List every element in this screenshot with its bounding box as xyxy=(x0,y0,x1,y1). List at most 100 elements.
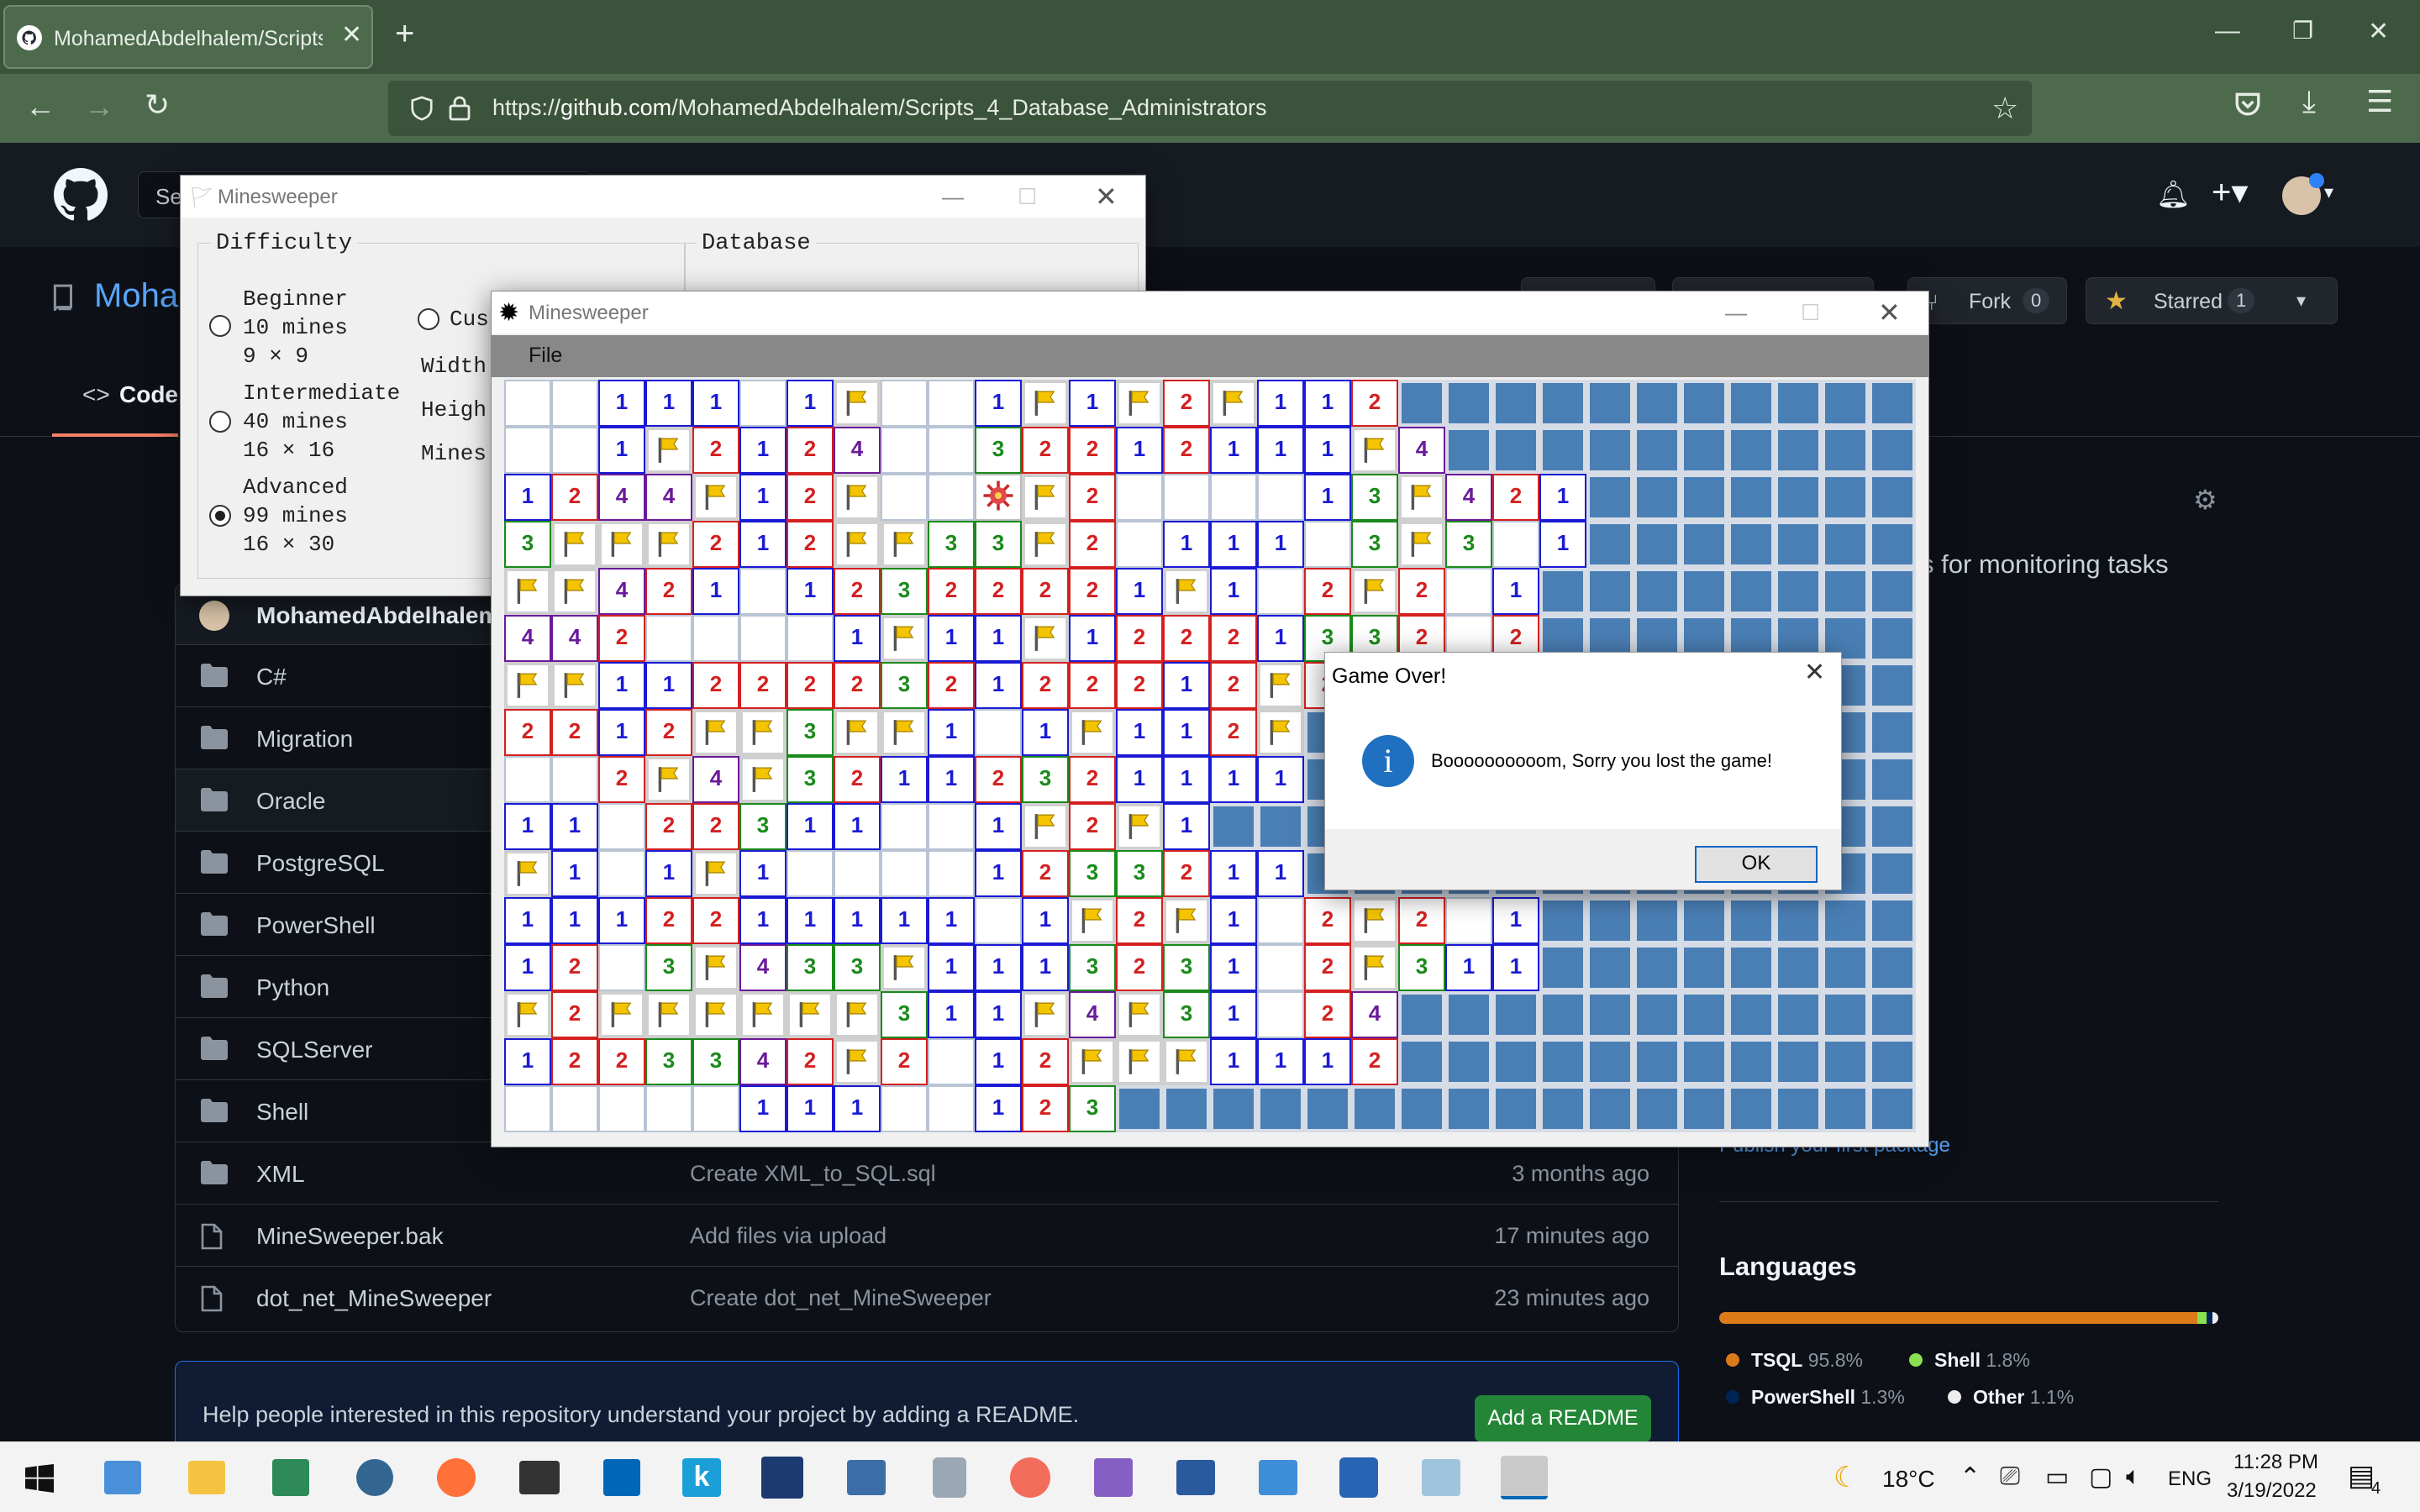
flag-icon[interactable] xyxy=(834,474,881,521)
unrevealed-cell[interactable] xyxy=(1634,521,1681,568)
unrevealed-cell[interactable] xyxy=(1210,1085,1257,1132)
revealed-empty-cell[interactable] xyxy=(928,1085,975,1132)
number-cell[interactable]: 3 xyxy=(786,944,834,991)
number-cell[interactable]: 1 xyxy=(1022,709,1069,756)
number-cell[interactable]: 1 xyxy=(598,427,645,474)
unrevealed-cell[interactable] xyxy=(1775,521,1822,568)
number-cell[interactable]: 4 xyxy=(739,1038,786,1085)
number-cell[interactable]: 3 xyxy=(645,944,692,991)
revealed-empty-cell[interactable] xyxy=(1257,991,1304,1038)
flag-icon[interactable] xyxy=(645,991,692,1038)
unrevealed-cell[interactable] xyxy=(1869,991,1916,1038)
unrevealed-cell[interactable] xyxy=(1728,1085,1775,1132)
revealed-empty-cell[interactable] xyxy=(645,1085,692,1132)
ok-button[interactable]: OK xyxy=(1695,846,1818,883)
beginner-option[interactable]: Beginner 10 mines 9 × 9 xyxy=(243,285,348,370)
number-cell[interactable]: 2 xyxy=(975,756,1022,803)
number-cell[interactable]: 2 xyxy=(598,756,645,803)
number-cell[interactable]: 2 xyxy=(1022,662,1069,709)
number-cell[interactable]: 1 xyxy=(1163,521,1210,568)
number-cell[interactable]: 2 xyxy=(1210,662,1257,709)
revealed-empty-cell[interactable] xyxy=(1116,474,1163,521)
revealed-empty-cell[interactable] xyxy=(1304,521,1351,568)
revealed-empty-cell[interactable] xyxy=(504,1085,551,1132)
display-icon[interactable]: ▢ xyxy=(2089,1462,2112,1492)
number-cell[interactable]: 2 xyxy=(928,568,975,615)
file-row[interactable]: dot_net_MineSweeper Create dot_net_MineSw… xyxy=(176,1266,1678,1328)
unrevealed-cell[interactable] xyxy=(1681,427,1728,474)
number-cell[interactable]: 2 xyxy=(1022,1038,1069,1085)
unrevealed-cell[interactable] xyxy=(1869,662,1916,709)
number-cell[interactable]: 1 xyxy=(1210,568,1257,615)
number-cell[interactable]: 1 xyxy=(692,568,739,615)
flag-icon[interactable] xyxy=(1116,803,1163,850)
number-cell[interactable]: 1 xyxy=(786,380,834,427)
unrevealed-cell[interactable] xyxy=(1445,1085,1492,1132)
number-cell[interactable]: 2 xyxy=(551,944,598,991)
revealed-empty-cell[interactable] xyxy=(881,803,928,850)
flag-icon[interactable] xyxy=(834,521,881,568)
unrevealed-cell[interactable] xyxy=(1492,1038,1539,1085)
number-cell[interactable]: 2 xyxy=(1116,662,1163,709)
number-cell[interactable]: 1 xyxy=(928,897,975,944)
revealed-empty-cell[interactable] xyxy=(928,427,975,474)
url-bar[interactable]: https://github.com/MohamedAbdelhalem/Scr… xyxy=(388,81,2032,136)
revealed-empty-cell[interactable] xyxy=(504,756,551,803)
unrevealed-cell[interactable] xyxy=(1822,944,1869,991)
minimize-window-icon[interactable]: — xyxy=(2215,17,2240,45)
unrevealed-cell[interactable] xyxy=(1398,1085,1445,1132)
number-cell[interactable]: 2 xyxy=(551,991,598,1038)
unrevealed-cell[interactable] xyxy=(1728,568,1775,615)
tray-overflow-icon[interactable]: ⌃ xyxy=(1960,1462,1981,1492)
number-cell[interactable]: 2 xyxy=(1163,850,1210,897)
user-menu-caret-icon[interactable]: ▾ xyxy=(2324,181,2333,203)
powershell-icon[interactable] xyxy=(1176,1460,1215,1495)
repo-owner-link[interactable]: Moha xyxy=(94,277,178,315)
k-app-icon[interactable]: k xyxy=(682,1458,721,1497)
number-cell[interactable]: 1 xyxy=(1116,709,1163,756)
flag-icon[interactable] xyxy=(834,709,881,756)
excel-tool-icon[interactable] xyxy=(272,1459,309,1496)
unrevealed-cell[interactable] xyxy=(1681,897,1728,944)
unrevealed-cell[interactable] xyxy=(1728,474,1775,521)
revealed-empty-cell[interactable] xyxy=(1257,944,1304,991)
flag-icon[interactable] xyxy=(1163,568,1210,615)
number-cell[interactable]: 4 xyxy=(598,568,645,615)
number-cell[interactable]: 1 xyxy=(786,803,834,850)
clock-time[interactable]: 11:28 PM xyxy=(2233,1451,2318,1474)
unrevealed-cell[interactable] xyxy=(1869,474,1916,521)
unrevealed-cell[interactable] xyxy=(1398,1038,1445,1085)
number-cell[interactable]: 1 xyxy=(1210,521,1257,568)
revealed-empty-cell[interactable] xyxy=(739,568,786,615)
beginner-radio[interactable] xyxy=(209,315,231,337)
unrevealed-cell[interactable] xyxy=(1775,1038,1822,1085)
back-button-icon[interactable]: ← xyxy=(25,89,55,124)
number-cell[interactable]: 1 xyxy=(1257,850,1304,897)
clock-date[interactable]: 3/19/2022 xyxy=(2227,1479,2317,1503)
number-cell[interactable]: 2 xyxy=(1492,474,1539,521)
revealed-empty-cell[interactable] xyxy=(1492,521,1539,568)
file-name[interactable]: Shell xyxy=(256,1099,308,1126)
file-row[interactable]: MineSweeper.bak Add files via upload 17 mi… xyxy=(176,1204,1678,1266)
unrevealed-cell[interactable] xyxy=(1634,568,1681,615)
flag-icon[interactable] xyxy=(1398,521,1445,568)
forward-button-icon[interactable]: → xyxy=(84,89,114,124)
number-cell[interactable]: 3 xyxy=(1445,521,1492,568)
unrevealed-cell[interactable] xyxy=(1869,709,1916,756)
revealed-empty-cell[interactable] xyxy=(928,803,975,850)
unrevealed-cell[interactable] xyxy=(1163,1085,1210,1132)
number-cell[interactable]: 1 xyxy=(975,615,1022,662)
unrevealed-cell[interactable] xyxy=(1775,1085,1822,1132)
flag-icon[interactable] xyxy=(1351,897,1398,944)
pocket-icon[interactable] xyxy=(2233,89,2262,118)
number-cell[interactable]: 1 xyxy=(786,897,834,944)
flag-icon[interactable] xyxy=(1022,474,1069,521)
powershell-ise-icon[interactable] xyxy=(1259,1460,1297,1495)
unrevealed-cell[interactable] xyxy=(1869,380,1916,427)
number-cell[interactable]: 1 xyxy=(1210,991,1257,1038)
maximize-icon[interactable]: ☐ xyxy=(1801,300,1820,326)
network-icon[interactable]: ⎚ xyxy=(2000,1462,2020,1491)
unrevealed-cell[interactable] xyxy=(1775,944,1822,991)
number-cell[interactable]: 2 xyxy=(1022,427,1069,474)
unrevealed-cell[interactable] xyxy=(1869,427,1916,474)
